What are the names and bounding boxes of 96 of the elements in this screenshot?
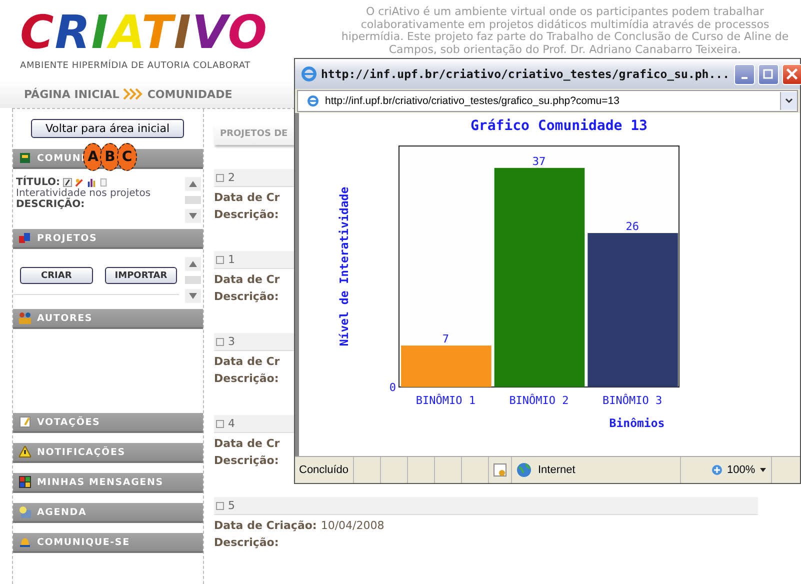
data-label: 7	[442, 332, 449, 346]
section-title: COMUNIQUE-SE	[37, 536, 130, 548]
x-axis-title: Binômios	[609, 416, 665, 430]
dropdown-icon[interactable]	[780, 92, 797, 110]
field-label: TÍTULO:	[16, 177, 60, 188]
chart-title: Gráfico Comunidade 13	[470, 118, 648, 134]
menu-item[interactable]: NOTIFICAÇÕES	[13, 443, 203, 463]
zoom-icon[interactable]	[711, 464, 723, 476]
logo: CRIATIVO	[20, 6, 269, 58]
section-title: AUTORES	[37, 312, 93, 324]
page-icon	[306, 94, 320, 108]
field-label: Data de Cr	[214, 437, 280, 450]
field-label: Data de Cr	[214, 273, 280, 286]
colored-squares-icon	[19, 476, 31, 488]
category-label: BINÔMIO 1	[416, 394, 476, 407]
menu-item[interactable]: COMUNIQUE-SE	[13, 533, 203, 553]
category-label: BINÔMIO 2	[509, 394, 569, 407]
field-label: Descrição:	[214, 454, 279, 467]
scroll-up-icon[interactable]	[189, 181, 197, 187]
section-title: PROJETOS	[37, 232, 98, 244]
field-label: Descrição:	[214, 536, 279, 549]
breadcrumb-link[interactable]: COMUNIDADE	[147, 88, 232, 100]
browser-icon	[301, 66, 317, 82]
chevrons-icon	[123, 88, 144, 100]
about-text: O criAtivo é um ambiente virtual onde os participantes podem trabalhar colaborativamente em projetos didáticos multimídia através de processos hipermídia. Este projeto faz parte do Trabalho de Conclusão de Curso de Aline de Campos, sob orientação do Prof. Dr. Adriano Canabarro Teixeira.	[340, 6, 790, 58]
minimize-icon	[740, 77, 748, 79]
menu-item[interactable]: AGENDA	[13, 503, 203, 523]
date-value: 10/04/2008	[320, 519, 384, 532]
scroll-down-icon[interactable]	[189, 213, 197, 219]
field-label: Descrição:	[214, 372, 279, 385]
window-title: http://inf.upf.br/criativo/criativo_testes/grafico_su.ph...	[321, 67, 730, 81]
field-label: Data de Cr	[214, 191, 280, 204]
note-icon	[19, 416, 31, 428]
annotation-badge: C	[117, 143, 137, 171]
section-title: VOTAÇÕES	[37, 416, 100, 428]
maximize-icon	[763, 69, 773, 79]
address-bar[interactable]: http://inf.upf.br/criativo/criativo_testes/grafico_su.php?comu=13	[297, 90, 798, 112]
field-label: Data de Cr	[214, 355, 280, 368]
square-icon	[216, 502, 224, 510]
section-title: NOTIFICAÇÕES	[37, 446, 126, 458]
field-label: Data de Criação:	[214, 519, 317, 532]
section-title: MINHAS MENSAGENS	[37, 476, 164, 488]
zone-label: Internet	[538, 464, 576, 476]
edit-icon[interactable]	[75, 178, 84, 187]
square-icon	[216, 174, 224, 182]
action-button[interactable]: IMPORTAR	[104, 267, 178, 284]
bell-icon	[19, 536, 31, 548]
project-number: 3	[228, 335, 235, 348]
project-number: 4	[228, 417, 235, 430]
zoom-level[interactable]: 100%	[727, 464, 756, 476]
project-number: 5	[228, 499, 235, 512]
annotation-badge: A	[83, 143, 103, 171]
caret-icon[interactable]	[759, 466, 768, 474]
document-icon[interactable]	[99, 178, 108, 187]
category-label: BINÔMIO 3	[602, 394, 662, 407]
title-value: Interatividade nos projetos	[16, 188, 152, 199]
menu-item[interactable]: MINHAS MENSAGENS	[13, 473, 203, 493]
pencil-icon[interactable]	[63, 178, 72, 187]
status-text: Concluído	[295, 457, 354, 483]
field-label: Descrição:	[214, 208, 279, 221]
section-header[interactable]: PROJETOS	[13, 229, 203, 249]
field-label: Descrição:	[214, 290, 279, 303]
data-label: 26	[626, 220, 639, 234]
maximize-button[interactable]	[758, 64, 778, 84]
annotation-badge: B	[100, 143, 120, 171]
square-icon	[216, 338, 224, 346]
tab[interactable]: PROJETOS DE	[214, 123, 294, 145]
y-axis-title: Nível de Interatividade	[337, 186, 351, 346]
action-button[interactable]: CRIAR	[20, 267, 93, 284]
section-title: COMUNI	[37, 152, 86, 164]
scrollbar[interactable]	[185, 177, 201, 223]
bar-chart-icon[interactable]	[87, 178, 96, 187]
close-icon	[786, 68, 798, 80]
section-title: AGENDA	[37, 506, 87, 518]
globe-icon	[516, 462, 532, 478]
scroll-down-icon[interactable]	[189, 293, 197, 299]
square-icon	[216, 256, 224, 264]
y-tick-label: 0	[389, 381, 396, 394]
scroll-up-icon[interactable]	[189, 261, 197, 267]
square-icon	[216, 420, 224, 428]
warning-icon	[19, 446, 31, 458]
data-label: 37	[532, 154, 546, 168]
minimize-button[interactable]	[734, 64, 754, 84]
project-header[interactable]: 5	[214, 497, 758, 515]
field-label: DESCRIÇÃO:	[16, 199, 86, 210]
section-header[interactable]: AUTORES	[13, 309, 203, 329]
cubes-icon	[19, 232, 31, 244]
people-icon	[19, 312, 31, 324]
tagline: AMBIENTE HIPERMÍDIA DE AUTORIA COLABORAT	[20, 61, 252, 71]
back-button[interactable]: Voltar para área inicial	[31, 119, 184, 138]
project-number: 1	[228, 253, 235, 266]
project-number: 2	[228, 171, 235, 184]
menu-item[interactable]: VOTAÇÕES	[13, 413, 203, 433]
scrollbar[interactable]	[185, 257, 201, 303]
breadcrumb-link[interactable]: PÁGINA INICIAL	[24, 88, 120, 100]
close-button[interactable]	[782, 64, 801, 84]
